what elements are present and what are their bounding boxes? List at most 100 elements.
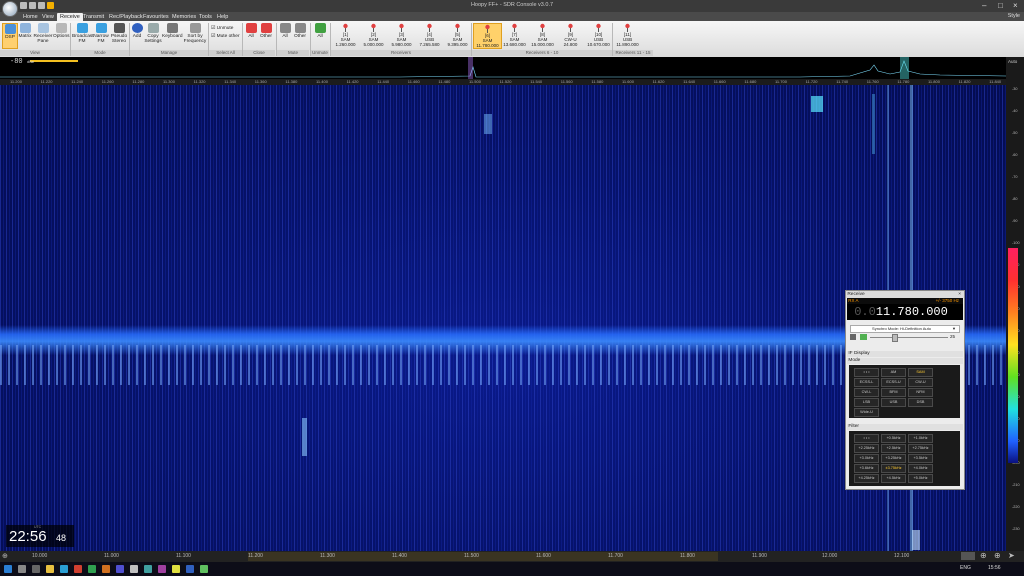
filter-button[interactable]: +3.5kHz (908, 454, 933, 463)
volume-slider-thumb[interactable] (892, 334, 898, 342)
edge-icon[interactable] (60, 565, 68, 573)
filter-button[interactable]: +5.0kHz (908, 474, 933, 483)
receiver-button[interactable]: [10] USB 10.670.000 (585, 23, 612, 47)
unmute-checkbox[interactable]: ☑ Unmute (211, 26, 233, 31)
narrow-fm-button[interactable]: Narrow FM (92, 23, 110, 44)
tab-tools[interactable]: Tools (196, 13, 215, 21)
matrix-button[interactable]: Matrix (18, 23, 32, 39)
if-display-header[interactable]: IF Display (847, 351, 963, 357)
broadcast-fm-button[interactable]: Broadcast FM (72, 23, 94, 44)
options-button[interactable]: Options (53, 23, 70, 39)
tab-transmit[interactable]: Transmit (80, 13, 107, 21)
mode-button[interactable]: BFM (881, 388, 906, 397)
filter-button[interactable]: +2.5kHz (881, 444, 906, 453)
mode-button[interactable]: CW-L (854, 388, 879, 397)
app-icon[interactable] (102, 565, 110, 573)
copy-settings-button[interactable]: Copy Settings (144, 23, 162, 44)
zoom-in-icon[interactable]: ⊕ (980, 551, 987, 560)
zoom-out-icon[interactable]: ⊕ (2, 552, 8, 560)
start-icon[interactable] (4, 565, 12, 573)
receiver-button[interactable]: [2] SAM 5.000.000 (360, 23, 387, 47)
taskbar-clock[interactable]: 15:56 (988, 565, 1001, 571)
volume-slider[interactable] (870, 337, 948, 338)
tab-home[interactable]: Home (20, 13, 41, 21)
receiver-button[interactable]: [9] CW-U 24.800 (557, 23, 584, 47)
mode-header[interactable]: Mode (847, 358, 963, 364)
app-icon[interactable] (144, 565, 152, 573)
settings-icon[interactable]: ➤ (1008, 551, 1015, 560)
language-indicator[interactable]: ENG (960, 565, 971, 571)
dsp-button[interactable]: DSP (2, 23, 18, 49)
app-icon[interactable] (186, 565, 194, 573)
filter-button[interactable]: • • • (854, 434, 879, 443)
mode-button[interactable]: CW-U (908, 378, 933, 387)
vfo-marker[interactable] (468, 57, 473, 79)
app-icon[interactable] (130, 565, 138, 573)
task-view-icon[interactable] (32, 565, 40, 573)
mode-button[interactable]: AM (881, 368, 906, 377)
mode-button[interactable]: ECSS-U (881, 378, 906, 387)
file-explorer-icon[interactable] (46, 565, 54, 573)
volume-control[interactable]: 25 (850, 334, 960, 342)
app-icon[interactable] (200, 565, 208, 573)
app-icon[interactable] (74, 565, 82, 573)
rx-filter-marker[interactable] (900, 57, 909, 79)
close-all-button[interactable]: All (245, 23, 257, 39)
filter-button[interactable]: +3.6kHz (854, 464, 879, 473)
mode-button[interactable]: Wide-U (854, 408, 879, 417)
close-icon[interactable]: × (1013, 1, 1018, 10)
add-icon[interactable]: ⊕ (994, 551, 1001, 560)
receiver-button[interactable]: [6] SAM 11.780.000 (473, 23, 502, 49)
unmute-all-button[interactable]: All (313, 23, 327, 39)
filter-button[interactable]: +4.0kHz (908, 464, 933, 473)
maximize-icon[interactable]: □ (998, 1, 1003, 10)
filter-button[interactable]: +4.5kHz (881, 474, 906, 483)
waterfall-color-bar[interactable] (1008, 248, 1018, 463)
style-menu[interactable]: Style (1008, 13, 1020, 19)
mute-other-button[interactable]: Other (293, 23, 307, 39)
filter-button[interactable]: +2.75kHz (908, 444, 933, 453)
tab-receive[interactable]: Receive (57, 13, 83, 21)
app-icon[interactable] (116, 565, 124, 573)
receiver-button[interactable]: [8] SAM 15.000.000 (529, 23, 556, 47)
close-other-button[interactable]: Other (259, 23, 273, 39)
app-icon[interactable] (88, 565, 96, 573)
speaker-icon[interactable] (860, 334, 867, 340)
close-icon[interactable]: × (958, 291, 961, 298)
filter-button[interactable]: +2.25kHz (854, 444, 879, 453)
filter-button[interactable]: +1.0kHz (908, 434, 933, 443)
receiver-pane-button[interactable]: Receiver Pane (33, 23, 53, 44)
auto-scale-button[interactable]: Auto (1008, 59, 1017, 64)
frequency-display[interactable]: 0.011.780.000 (847, 304, 963, 320)
receiver-button[interactable]: [5] SAM 9.395.000 (444, 23, 471, 47)
receiver-button[interactable]: [1] SAM 1.260.000 (332, 23, 359, 47)
add-button[interactable]: Add (131, 23, 143, 39)
bottom-frequency-axis[interactable]: ⊕ ⊕ ⊕ ➤ 10.000 11.000 11.100 11.200 11.300 11… (0, 551, 1024, 562)
sync-mode-select[interactable]: Synchro Mode: Hi-Definition Auto ▼ (850, 325, 960, 333)
sort-frequency-button[interactable]: Sort by Frequency (183, 23, 207, 44)
filter-button[interactable]: +4.25kHz (854, 474, 879, 483)
keyboard-button[interactable]: Keyboard (162, 23, 183, 39)
filter-button[interactable]: +3.0kHz (854, 454, 879, 463)
tab-view[interactable]: View (39, 13, 57, 21)
app-menu-orb[interactable] (2, 1, 18, 17)
receiver-button[interactable]: [11] USB 11.890.000 (614, 23, 641, 47)
tab-memories[interactable]: Memories (169, 13, 199, 21)
receiver-button[interactable]: [7] SAM 13.680.000 (501, 23, 528, 47)
mode-button[interactable]: LSB (854, 398, 879, 407)
receiver-button[interactable]: [4] USB 7.265.580 (416, 23, 443, 47)
mode-button[interactable]: USB (881, 398, 906, 407)
pseudo-stereo-button[interactable]: Pseudo Stereo (110, 23, 128, 44)
mute-all-button[interactable]: All (279, 23, 291, 39)
tab-favourites[interactable]: Favourites (140, 13, 172, 21)
mode-button[interactable]: NFM (908, 388, 933, 397)
tab-help[interactable]: Help (214, 13, 231, 21)
app-icon[interactable] (172, 565, 180, 573)
filter-button[interactable]: +0.5kHz (881, 434, 906, 443)
overview-icon[interactable] (961, 552, 975, 560)
filter-button[interactable]: +3.25kHz (881, 454, 906, 463)
mode-button[interactable]: SAM (908, 368, 933, 377)
filter-header[interactable]: Filter (847, 424, 963, 430)
mute-other-checkbox[interactable]: ☑ Mute other (211, 34, 240, 39)
mode-button[interactable]: • • • (854, 368, 879, 377)
